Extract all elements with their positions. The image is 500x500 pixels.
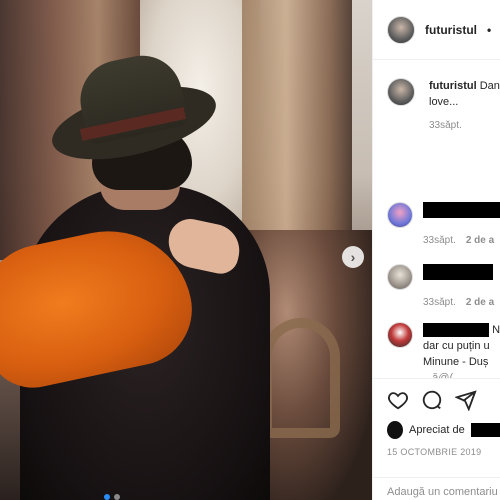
- commenter-avatar[interactable]: [387, 322, 413, 348]
- redacted-username: [423, 264, 493, 280]
- action-icons: [373, 379, 500, 411]
- list-item: N dar cu puțin u Minune - Duș ...ă@(...: [387, 322, 500, 386]
- comment-meta: 33săpt. 2 de a: [423, 235, 500, 246]
- share-icon[interactable]: [455, 389, 477, 411]
- redacted-username: [423, 323, 489, 338]
- caption-time: 33săpt.: [429, 120, 462, 131]
- post-photo[interactable]: ›: [0, 0, 372, 500]
- caption-username[interactable]: futuristul: [429, 80, 477, 92]
- comment-text: N dar cu puțin u Minune - Duș ...ă@(...: [423, 322, 500, 386]
- comment-icon[interactable]: [421, 389, 443, 411]
- caption-text: futuristul Dan love...: [429, 78, 500, 110]
- carousel-dot: [114, 494, 120, 500]
- liked-by-label[interactable]: Apreciat de: [409, 424, 465, 436]
- carousel-dots: [104, 494, 120, 500]
- post-header: futuristul • Ur: [373, 0, 500, 60]
- add-comment-input[interactable]: Adaugă un comentariu: [373, 477, 500, 500]
- caption-line2: love...: [429, 96, 459, 108]
- redacted-username: [423, 202, 500, 218]
- post-sidebar: futuristul • Ur futuristul Dan love... 3…: [372, 0, 500, 500]
- post-actions: Apreciat de 15 OCTOMBRIE 2019 Adaugă un …: [373, 378, 500, 500]
- heart-icon[interactable]: [387, 389, 409, 411]
- caption: futuristul Dan love... 33săpt.: [373, 60, 500, 131]
- commenter-avatar[interactable]: [387, 264, 413, 290]
- comment-line2: dar cu puțin u: [423, 340, 490, 352]
- caption-line1: Dan: [479, 80, 500, 92]
- comment-date: 2 de a: [465, 297, 495, 308]
- header-separator: •: [487, 22, 492, 37]
- caption-avatar[interactable]: [387, 78, 415, 106]
- avatar[interactable]: [387, 15, 415, 44]
- comment-meta: 33săpt. 2 de a: [423, 297, 494, 308]
- list-item: 33săpt. 2 de a: [387, 264, 494, 308]
- carousel-dot-active: [104, 494, 110, 500]
- carousel-next-button[interactable]: ›: [342, 246, 364, 268]
- post-date[interactable]: 15 OCTOMBRIE 2019: [373, 439, 500, 457]
- comment-line1: N: [492, 324, 500, 336]
- list-item: 33săpt. 2 de a: [387, 202, 500, 246]
- comment-time: 33săpt.: [423, 235, 456, 246]
- chair: [262, 318, 340, 438]
- commenter-avatar[interactable]: [387, 202, 413, 228]
- redacted-liker: [470, 423, 500, 437]
- chevron-right-icon: ›: [350, 249, 356, 265]
- likes-row: Apreciat de: [373, 411, 500, 439]
- comment-time: 33săpt.: [423, 297, 456, 308]
- comment-date: 2 de a: [465, 235, 495, 246]
- header-username[interactable]: futuristul: [425, 23, 477, 37]
- liker-avatar[interactable]: [387, 421, 404, 439]
- comment-line3: Minune - Duș: [423, 356, 489, 368]
